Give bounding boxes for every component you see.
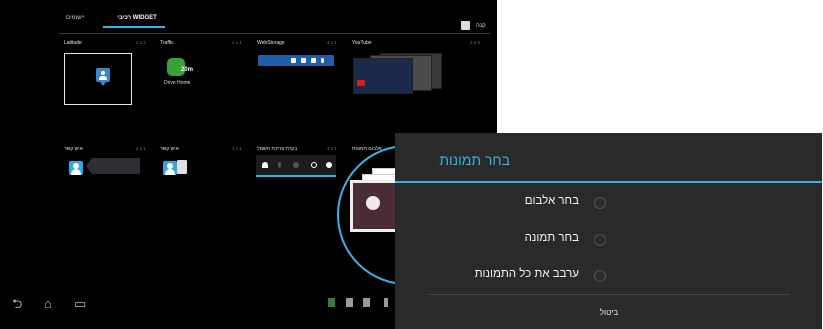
wifi-icon (262, 162, 268, 168)
option-label: בחר אלבום (524, 195, 579, 207)
youtube-widget[interactable] (353, 58, 413, 94)
film-icon (311, 58, 316, 63)
brightness-icon (326, 162, 332, 168)
widget-size-latitude: 2 x 2 (136, 40, 146, 45)
option-shuffle-all[interactable]: ערבב את כל התמונות (406, 266, 606, 286)
traffic-minutes: 20m (181, 67, 194, 73)
radio-button[interactable] (594, 270, 606, 282)
latitude-icon (96, 68, 110, 86)
shopping-bag-icon (461, 21, 470, 30)
top-bar: יישומים רכיבי WIDGET קנה (58, 9, 488, 33)
option-choose-photo[interactable]: בחר תמונה (406, 230, 606, 250)
flower-photo (366, 196, 380, 210)
widget-size-webstorage: 4 x 1 (327, 40, 337, 45)
widget-size-direct-contact: 2 x 1 (136, 146, 146, 151)
microphone-icon (321, 58, 324, 63)
power-control-widget[interactable] (256, 155, 336, 177)
tab-widgets[interactable]: רכיבי WIDGET (109, 15, 165, 21)
contact-icon[interactable] (163, 161, 177, 175)
lock-icon[interactable] (346, 298, 353, 307)
tab-apps[interactable]: יישומים (66, 15, 85, 21)
option-label: בחר תמונה (524, 232, 579, 244)
cancel-label: ביטול (599, 308, 619, 317)
cancel-button[interactable]: ביטול (428, 295, 790, 329)
widget-label-latitude: Latitude (64, 40, 82, 46)
widget-label-power-saver: בקרת צריכת חשמל (257, 146, 298, 152)
webstorage-widget[interactable] (258, 55, 334, 66)
image-icon (301, 58, 306, 63)
widget-size-youtube: 3 x 3 (470, 40, 480, 45)
choose-photos-dialog: בחר תמונות בחר אלבום בחר תמונה ערבב את כ… (395, 133, 822, 329)
widget-label-direct-contact: איש קשר (64, 146, 83, 152)
widget-label-traffic: Traffic (160, 40, 174, 46)
widget-size-contact: 1 x 1 (232, 146, 242, 151)
option-label: ערבב את כל התמונות (474, 268, 579, 280)
gallery-icon[interactable] (328, 298, 335, 307)
shop-button[interactable]: קנה (461, 21, 486, 30)
radio-button[interactable] (594, 197, 606, 209)
widget-label-youtube: YouTube (352, 40, 372, 46)
widget-label-webstorage: WebStorage (257, 40, 285, 46)
contact-book-icon (177, 160, 187, 174)
home-icon[interactable]: ⌂ (44, 297, 52, 310)
back-icon[interactable]: ⮌ (12, 297, 22, 310)
recent-apps-icon[interactable]: ▭ (74, 297, 86, 310)
top-divider (58, 33, 490, 34)
contact-icon[interactable] (69, 161, 83, 175)
document-icon (291, 58, 296, 63)
dialog-title: בחר תמונות (439, 152, 510, 168)
option-choose-album[interactable]: בחר אלבום (406, 193, 606, 213)
dialog-title-divider (395, 181, 822, 183)
contact-plate (92, 158, 140, 174)
gps-icon (293, 162, 299, 168)
widget-size-traffic: 1 x 1 (232, 40, 242, 45)
widget-label-contact: איש קשר (160, 146, 179, 152)
sd-card-icon[interactable] (363, 298, 370, 307)
bluetooth-icon (278, 162, 281, 168)
shop-label: קנה (476, 23, 486, 30)
sync-icon (311, 162, 317, 168)
youtube-logo-icon (357, 80, 365, 86)
usb-icon[interactable] (384, 298, 388, 307)
active-tab-indicator (103, 26, 165, 28)
radio-button[interactable] (594, 234, 606, 246)
traffic-destination: Drive Home (164, 80, 191, 86)
widget-size-power-saver: 4 x 1 (327, 146, 337, 151)
